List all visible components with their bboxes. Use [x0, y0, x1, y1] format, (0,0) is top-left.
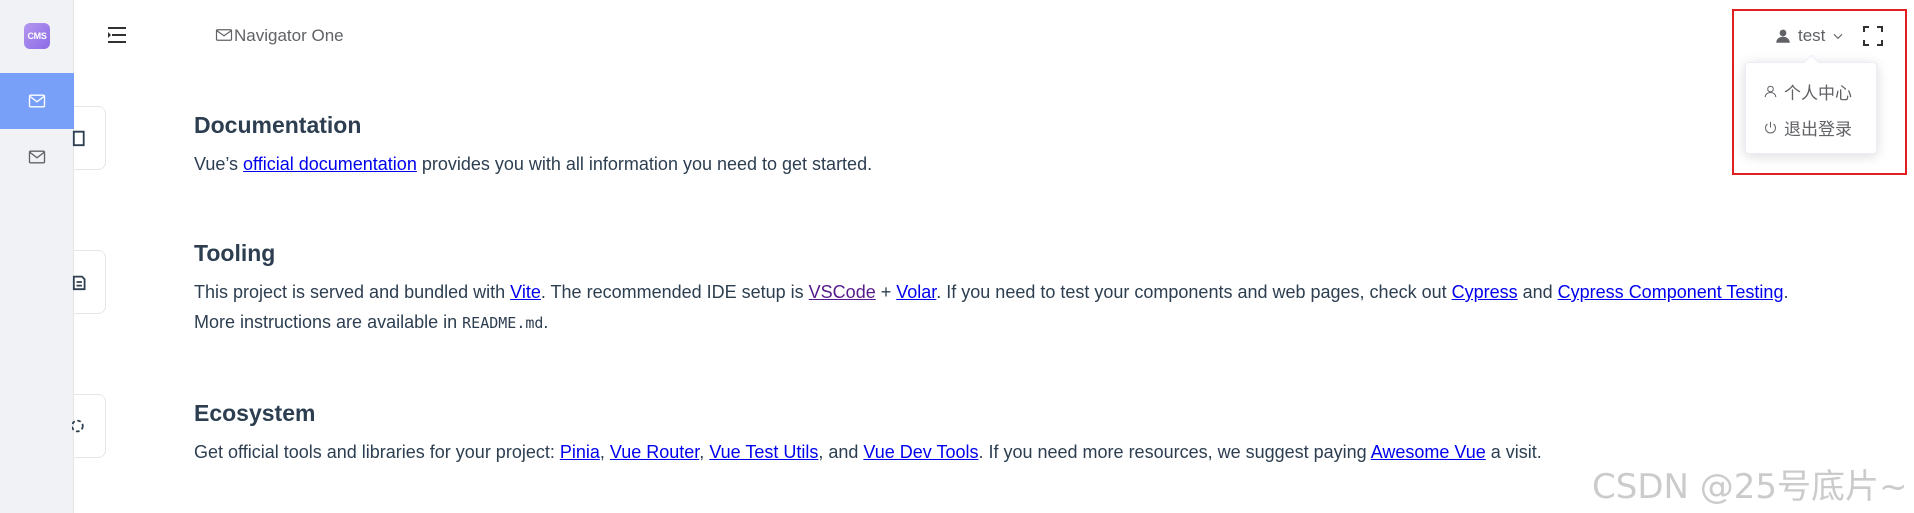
- mail-icon: [28, 150, 46, 164]
- text-fragment: . If you need to test your components an…: [936, 282, 1452, 302]
- ecosystem-card-icon-box: [72, 394, 106, 458]
- ecosystem-icon: [72, 419, 84, 433]
- text-fragment: This project is served and bundled with: [194, 282, 511, 302]
- awesome-vue-link[interactable]: Awesome Vue: [1371, 442, 1486, 462]
- text-fragment: +: [875, 282, 897, 302]
- text-fragment: provides you with all information you ne…: [416, 154, 873, 174]
- vue-dev-tools-link[interactable]: Vue Dev Tools: [863, 442, 978, 462]
- sidebar-item-mail-active[interactable]: [0, 73, 74, 129]
- watermark: CSDN @25号底片~: [1592, 467, 1908, 507]
- menu-collapse-icon[interactable]: [108, 26, 128, 44]
- tooling-section: Tooling This project is served and bundl…: [194, 240, 1874, 338]
- ecosystem-section: Ecosystem Get official tools and librari…: [194, 400, 1874, 467]
- official-docs-link[interactable]: official documentation: [243, 154, 417, 174]
- text-fragment: .: [543, 312, 549, 332]
- text-fragment: ,: [599, 442, 610, 462]
- section-text: Vue’s official documentation provides yo…: [194, 149, 1874, 179]
- top-header: Navigator One: [75, 0, 1914, 72]
- sidebar: CMS: [0, 0, 74, 513]
- section-title: Documentation: [194, 112, 362, 138]
- vite-link[interactable]: Vite: [510, 282, 541, 302]
- text-fragment: a visit.: [1485, 442, 1542, 462]
- text-fragment: .: [1783, 282, 1789, 302]
- vue-router-link[interactable]: Vue Router: [610, 442, 699, 462]
- section-title: Tooling: [194, 240, 276, 266]
- text-fragment: More instructions are available in: [194, 312, 463, 332]
- vue-test-utils-link[interactable]: Vue Test Utils: [709, 442, 818, 462]
- doc-card-icon-box: [72, 106, 106, 170]
- cypress-component-testing-link[interactable]: Cypress Component Testing: [1558, 282, 1784, 302]
- book-icon: [72, 130, 85, 147]
- text-fragment: and: [1517, 282, 1558, 302]
- documentation-section: Documentation Vue’s official documentati…: [194, 112, 1874, 179]
- text-fragment: , and: [818, 442, 864, 462]
- text-fragment: Get official tools and libraries for you…: [194, 442, 560, 462]
- mail-icon: [215, 29, 233, 41]
- cms-logo: CMS: [24, 23, 50, 49]
- text-fragment: . If you need more resources, we suggest…: [978, 442, 1371, 462]
- sidebar-item-mail[interactable]: [0, 129, 74, 185]
- readme-code: README.md: [462, 314, 544, 332]
- vscode-link[interactable]: VSCode: [809, 282, 876, 302]
- volar-link[interactable]: Volar: [896, 282, 936, 302]
- text-fragment: Vue’s: [194, 154, 244, 174]
- section-text: This project is served and bundled with …: [194, 277, 1874, 338]
- tooling-icon: [72, 275, 86, 291]
- pinia-link[interactable]: Pinia: [560, 442, 600, 462]
- tooling-card-icon-box: [72, 250, 106, 314]
- cypress-link[interactable]: Cypress: [1452, 282, 1518, 302]
- text-fragment: ,: [699, 442, 710, 462]
- text-fragment: . The recommended IDE setup is: [540, 282, 809, 302]
- section-title: Ecosystem: [194, 400, 316, 426]
- mail-icon: [28, 94, 46, 108]
- breadcrumb[interactable]: Navigator One: [234, 26, 344, 46]
